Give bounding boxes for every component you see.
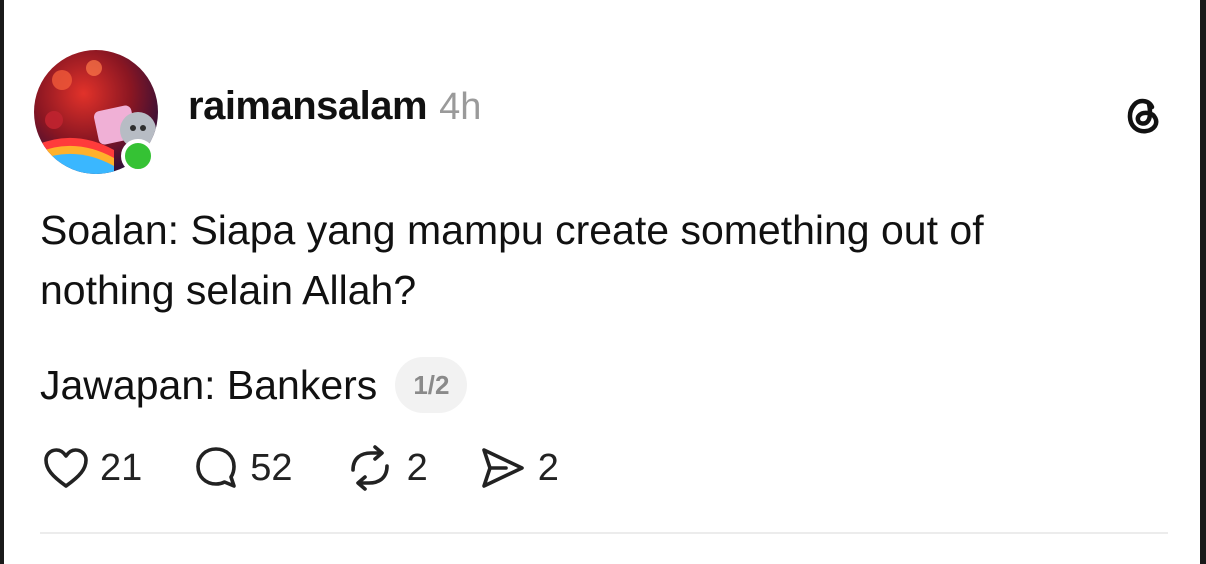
comment-icon xyxy=(192,444,240,492)
repost-count: 2 xyxy=(406,446,428,489)
share-button[interactable]: 2 xyxy=(478,444,559,492)
comment-button[interactable]: 52 xyxy=(192,444,293,492)
post-answer-text: Jawapan: Bankers xyxy=(40,361,378,408)
online-status-dot xyxy=(121,139,155,173)
repost-icon xyxy=(343,444,397,492)
post-answer-row: Jawapan: Bankers 1/2 xyxy=(40,357,468,413)
window-edge-left xyxy=(0,0,4,564)
post-body: Soalan: Siapa yang mampu create somethin… xyxy=(40,200,1140,320)
post-header: raimansalam 4h xyxy=(188,84,481,144)
post-timestamp: 4h xyxy=(439,86,482,128)
repost-button[interactable]: 2 xyxy=(343,444,428,492)
threads-logo-icon[interactable] xyxy=(1122,93,1166,137)
post-actions: 21 52 2 2 xyxy=(42,440,609,496)
send-icon xyxy=(478,444,528,492)
post-text-line: nothing selain Allah? xyxy=(40,267,417,313)
like-count: 21 xyxy=(100,446,143,489)
comment-count: 52 xyxy=(250,446,293,489)
post-divider xyxy=(40,532,1168,534)
post-text-line: Soalan: Siapa yang mampu create somethin… xyxy=(40,207,984,253)
window-edge-right xyxy=(1200,0,1206,564)
like-button[interactable]: 21 xyxy=(42,446,142,490)
thread-position-badge[interactable]: 1/2 xyxy=(395,357,468,413)
username[interactable]: raimansalam xyxy=(188,84,428,129)
share-count: 2 xyxy=(537,446,559,489)
heart-icon xyxy=(42,446,90,490)
